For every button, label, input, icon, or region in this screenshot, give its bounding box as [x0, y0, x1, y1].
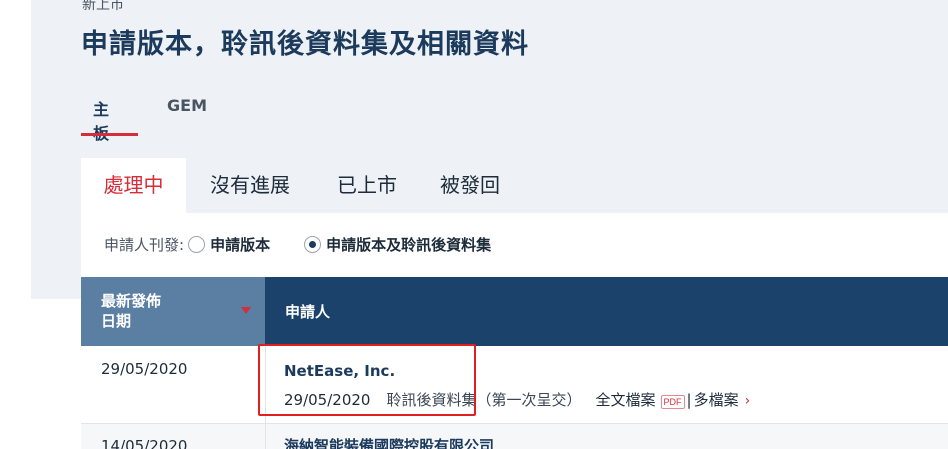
full-document-link[interactable]: 全文檔案 PDF — [595, 389, 685, 410]
tab-processing[interactable]: 處理中 — [81, 158, 186, 213]
table-row: 29/05/2020 NetEase, Inc. 29/05/2020 聆訊後資… — [81, 346, 948, 424]
radio-application-version[interactable]: 申請版本 — [188, 234, 270, 255]
radio-label: 申請版本 — [210, 236, 271, 254]
multiple-files-label: 多檔案 — [693, 391, 739, 409]
document-line: 29/05/2020 聆訊後資料集（第一次呈交） 全文檔案 PDF | 多檔案 › — [284, 389, 750, 410]
tab-gem[interactable]: GEM — [167, 96, 207, 115]
radio-label: 申請版本及聆訊後資料集 — [326, 236, 492, 254]
sort-descending-icon[interactable] — [241, 307, 251, 314]
link-separator: | — [686, 390, 692, 409]
document-type: 聆訊後資料集（第一次呈交） — [386, 391, 582, 409]
radio-application-and-phip[interactable]: 申請版本及聆訊後資料集 — [304, 234, 491, 255]
company-name-link[interactable]: NetEase, Inc. — [284, 362, 395, 380]
applicant-filter: 申請人刊發: 申請版本 申請版本及聆訊後資料集 — [104, 234, 491, 255]
row-date: 29/05/2020 — [101, 360, 188, 378]
table-header: 最新發佈 日期 申請人 — [81, 277, 948, 346]
multiple-files-link[interactable]: 多檔案 › — [694, 389, 751, 410]
pdf-icon: PDF — [660, 395, 685, 409]
column-header-applicant: 申請人 — [265, 277, 948, 346]
breadcrumb[interactable]: 新上市 — [82, 0, 124, 14]
page-title: 申請版本，聆訊後資料集及相關資料 — [81, 29, 529, 60]
column-header-date-line2: 日期 — [101, 312, 132, 330]
tab-listed[interactable]: 已上市 — [319, 158, 415, 213]
column-header-date[interactable]: 最新發佈 日期 — [81, 277, 265, 346]
company-name-link[interactable]: 海納智能裝備國際控股有限公司 — [284, 435, 494, 449]
radio-checked-icon[interactable] — [304, 236, 322, 253]
active-tab-indicator — [81, 133, 138, 136]
cell-divider — [265, 424, 266, 449]
tab-no-progress[interactable]: 沒有進展 — [191, 158, 309, 213]
tab-main-board[interactable]: 主板 — [93, 96, 109, 144]
full-document-label: 全文檔案 — [595, 391, 656, 409]
document-date: 29/05/2020 — [284, 390, 371, 409]
status-tabs: 處理中 沒有進展 已上市 被發回 — [81, 158, 948, 213]
radio-unchecked-icon[interactable] — [188, 236, 206, 253]
filter-label: 申請人刊發: — [104, 236, 185, 254]
tab-returned[interactable]: 被發回 — [425, 158, 515, 213]
chevron-right-icon: › — [744, 393, 751, 409]
cell-divider — [265, 346, 266, 423]
table-row: 14/05/2020 海納智能裝備國際控股有限公司 — [81, 424, 948, 449]
row-date: 14/05/2020 — [101, 437, 188, 449]
